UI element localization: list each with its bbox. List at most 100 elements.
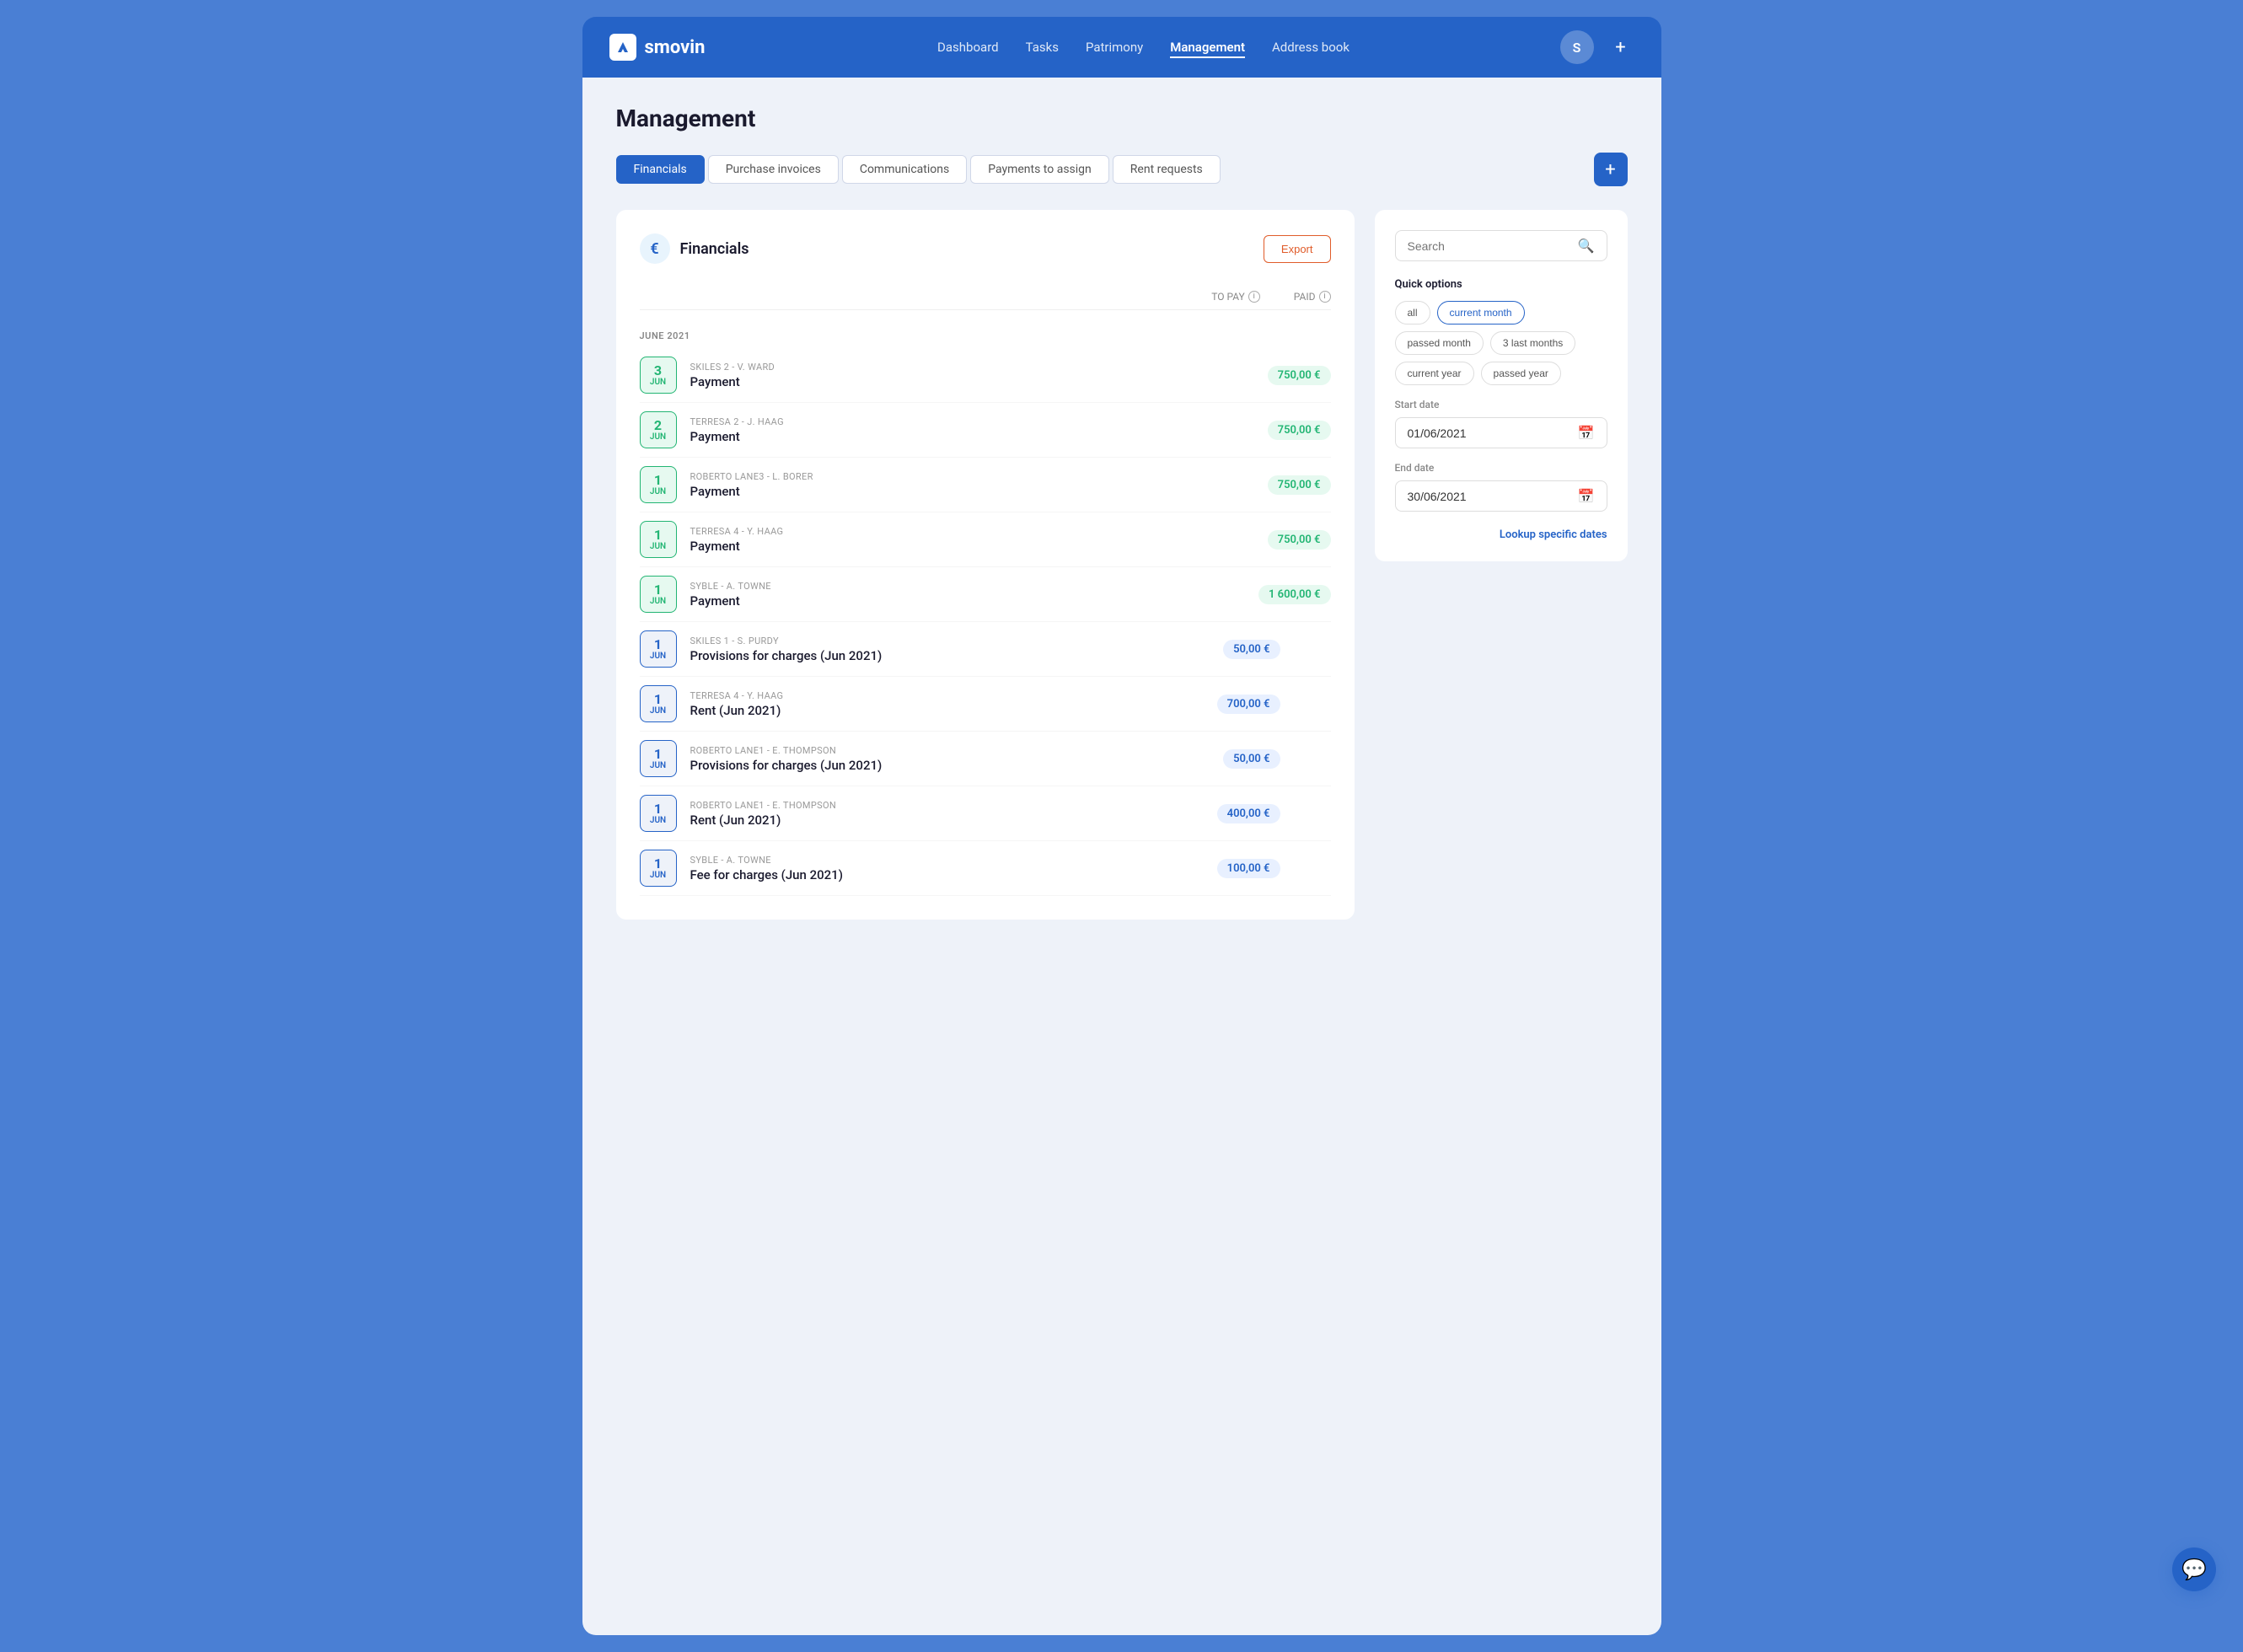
transaction-subtitle: ROBERTO LANE1 - E. THOMPSON xyxy=(690,800,1204,811)
amount-badge: 1 600,00 € xyxy=(1258,585,1331,604)
tabs-bar: Financials Purchase invoices Communicati… xyxy=(616,153,1628,186)
start-date-input[interactable] xyxy=(1408,426,1571,440)
transaction-name: Rent (Jun 2021) xyxy=(690,703,1204,718)
end-date-input[interactable] xyxy=(1408,490,1571,503)
transaction-row: 1 JUN SYBLE - A. TOWNE Payment 1 600,00 … xyxy=(640,567,1331,622)
transaction-name: Payment xyxy=(690,484,1254,499)
transaction-name: Provisions for charges (Jun 2021) xyxy=(690,648,1210,663)
transaction-name: Payment xyxy=(690,593,1245,609)
transaction-subtitle: SKILES 2 - V. WARD xyxy=(690,362,1254,373)
month-abbr: JUN xyxy=(650,597,666,606)
transaction-info: TERRESA 4 - Y. HAAG Rent (Jun 2021) xyxy=(690,690,1204,718)
tab-rent-requests[interactable]: Rent requests xyxy=(1113,155,1221,184)
nav-management[interactable]: Management xyxy=(1170,36,1245,58)
chat-bubble-button[interactable]: 💬 xyxy=(2172,1547,2216,1591)
panel-header: € Financials Export xyxy=(640,233,1331,264)
quick-option-all[interactable]: all xyxy=(1395,301,1430,324)
transaction-row: 1 JUN SYBLE - A. TOWNE Fee for charges (… xyxy=(640,841,1331,896)
date-badge: 2 JUN xyxy=(640,411,677,448)
chat-icon: 💬 xyxy=(2181,1558,2207,1581)
transaction-subtitle: SYBLE - A. TOWNE xyxy=(690,581,1245,592)
end-date-label: End date xyxy=(1395,462,1607,474)
nav-tasks[interactable]: Tasks xyxy=(1026,36,1059,58)
tabs-add-button[interactable]: + xyxy=(1594,153,1628,186)
tab-purchase-invoices[interactable]: Purchase invoices xyxy=(708,155,839,184)
transaction-info: ROBERTO LANE1 - E. THOMPSON Provisions f… xyxy=(690,745,1210,773)
app-container: smovin Dashboard Tasks Patrimony Managem… xyxy=(582,17,1661,1635)
quick-option-passed-month[interactable]: passed month xyxy=(1395,331,1484,355)
table-header: TO PAY i PAID i xyxy=(640,291,1331,310)
logo: smovin xyxy=(609,34,727,61)
export-button[interactable]: Export xyxy=(1264,235,1331,263)
transaction-subtitle: SYBLE - A. TOWNE xyxy=(690,855,1204,866)
month-abbr: JUN xyxy=(650,542,666,551)
search-box: 🔍 xyxy=(1395,230,1607,261)
day-number: 1 xyxy=(654,638,662,652)
month-abbr: JUN xyxy=(650,487,666,496)
start-date-label: Start date xyxy=(1395,399,1607,410)
transaction-name: Rent (Jun 2021) xyxy=(690,813,1204,828)
date-badge: 1 JUN xyxy=(640,521,677,558)
quick-options: all current month passed month3 last month… xyxy=(1395,301,1607,385)
amount-badge: 750,00 € xyxy=(1268,530,1331,550)
month-abbr: JUN xyxy=(650,652,666,661)
transaction-subtitle: SKILES 1 - S. PURDY xyxy=(690,636,1210,646)
quick-option-passed-year[interactable]: passed year xyxy=(1481,362,1561,385)
page-title: Management xyxy=(616,105,1628,132)
transaction-info: SKILES 2 - V. WARD Payment xyxy=(690,362,1254,389)
day-number: 1 xyxy=(654,528,662,542)
nav-dashboard[interactable]: Dashboard xyxy=(937,36,999,58)
tab-communications[interactable]: Communications xyxy=(842,155,967,184)
tab-financials[interactable]: Financials xyxy=(616,155,705,184)
header-plus-button[interactable]: + xyxy=(1607,34,1634,61)
day-number: 3 xyxy=(654,364,662,378)
search-input[interactable] xyxy=(1408,239,1571,253)
day-number: 2 xyxy=(654,419,662,432)
date-badge: 1 JUN xyxy=(640,685,677,722)
transaction-info: ROBERTO LANE1 - E. THOMPSON Rent (Jun 20… xyxy=(690,800,1204,828)
date-badge: 1 JUN xyxy=(640,850,677,887)
start-date-calendar-icon: 📅 xyxy=(1578,425,1595,441)
transaction-info: SKILES 1 - S. PURDY Provisions for charg… xyxy=(690,636,1210,663)
transaction-row: 2 JUN TERRESA 2 - J. HAAG Payment 750,00… xyxy=(640,403,1331,458)
transaction-subtitle: ROBERTO LANE1 - E. THOMPSON xyxy=(690,745,1210,756)
nav-addressbook[interactable]: Address book xyxy=(1272,36,1350,58)
transaction-row: 1 JUN TERRESA 4 - Y. HAAG Rent (Jun 2021… xyxy=(640,677,1331,732)
transaction-name: Payment xyxy=(690,429,1254,444)
content-area: € Financials Export TO PAY i PAID i xyxy=(616,210,1628,920)
header: smovin Dashboard Tasks Patrimony Managem… xyxy=(582,17,1661,78)
quick-option-3-last-months[interactable]: 3 last months xyxy=(1490,331,1575,355)
transaction-info: TERRESA 2 - J. HAAG Payment xyxy=(690,416,1254,444)
transaction-subtitle: ROBERTO LANE3 - L. BORER xyxy=(690,471,1254,482)
avatar: S xyxy=(1560,30,1594,64)
transactions-list: 3 JUN SKILES 2 - V. WARD Payment 750,00 … xyxy=(640,348,1331,896)
main-content: Management Financials Purchase invoices … xyxy=(582,78,1661,1635)
date-badge: 1 JUN xyxy=(640,466,677,503)
day-number: 1 xyxy=(654,748,662,761)
amount-badge: 750,00 € xyxy=(1268,366,1331,385)
date-badge: 3 JUN xyxy=(640,357,677,394)
transaction-row: 3 JUN SKILES 2 - V. WARD Payment 750,00 … xyxy=(640,348,1331,403)
transaction-row: 1 JUN SKILES 1 - S. PURDY Provisions for… xyxy=(640,622,1331,677)
lookup-specific-dates-link[interactable]: Lookup specific dates xyxy=(1395,528,1607,541)
month-abbr: JUN xyxy=(650,816,666,825)
search-icon: 🔍 xyxy=(1578,238,1595,254)
nav-patrimony[interactable]: Patrimony xyxy=(1086,36,1143,58)
tab-payments-to-assign[interactable]: Payments to assign xyxy=(970,155,1109,184)
month-group-label: JUNE 2021 xyxy=(640,320,1331,348)
transaction-name: Fee for charges (Jun 2021) xyxy=(690,867,1204,882)
month-abbr: JUN xyxy=(650,761,666,770)
amount-badge: 750,00 € xyxy=(1268,421,1331,440)
amount-badge: 100,00 € xyxy=(1217,859,1280,878)
quick-option-current-month[interactable]: current month xyxy=(1437,301,1525,324)
end-date-row: 📅 xyxy=(1395,480,1607,512)
day-number: 1 xyxy=(654,583,662,597)
amount-badge: 50,00 € xyxy=(1223,640,1280,659)
header-actions: S + xyxy=(1560,30,1634,64)
quick-option-current-year[interactable]: current year xyxy=(1395,362,1474,385)
transaction-name: Payment xyxy=(690,374,1254,389)
transaction-row: 1 JUN ROBERTO LANE1 - E. THOMPSON Provis… xyxy=(640,732,1331,786)
month-abbr: JUN xyxy=(650,871,666,880)
day-number: 1 xyxy=(654,802,662,816)
month-abbr: JUN xyxy=(650,432,666,442)
